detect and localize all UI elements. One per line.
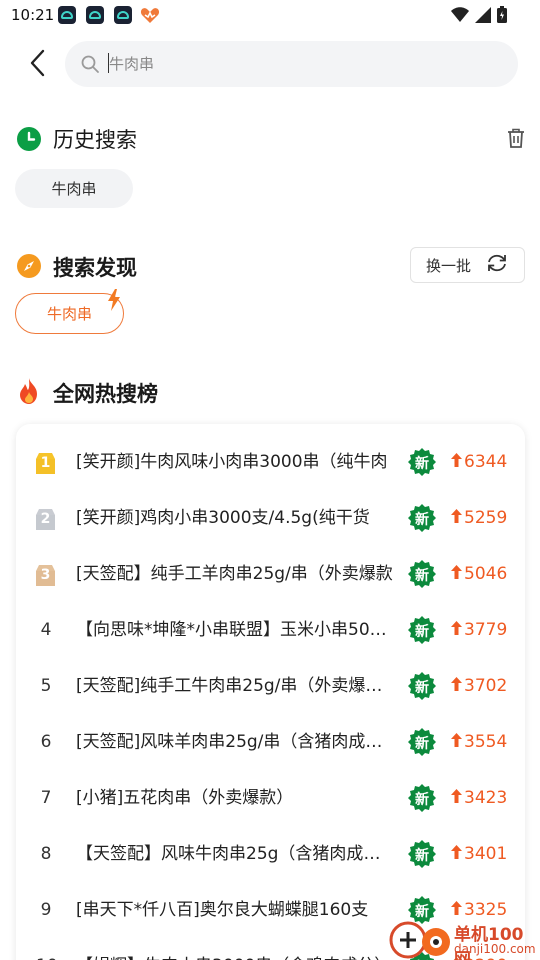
up-arrow-icon xyxy=(451,901,462,915)
new-badge-icon: 新 xyxy=(407,559,437,589)
hot-list-row[interactable]: 8 【天签配】风味牛肉串25g（含猪肉成分） 新 3401 xyxy=(16,826,540,882)
heat-value: 3779 xyxy=(451,602,507,658)
app-notification-icon xyxy=(114,6,132,24)
hot-list-row[interactable]: 4 【向思味*坤隆*小串联盟】玉米小串500串 新 3779 xyxy=(16,602,540,658)
hot-item-title: [笑开颜]牛肉风味小肉串3000串（纯牛肉 xyxy=(76,452,388,472)
watermark-url: danji100.com xyxy=(454,942,536,956)
new-badge-icon: 新 xyxy=(407,447,437,477)
fire-icon xyxy=(17,378,41,408)
up-arrow-icon xyxy=(451,845,462,859)
status-bar: 10:21 xyxy=(0,0,540,32)
battery-icon xyxy=(497,6,507,27)
rank-number: 6 xyxy=(40,732,52,752)
up-arrow-icon xyxy=(451,565,462,579)
new-badge-icon: 新 xyxy=(407,671,437,701)
new-badge-label: 新 xyxy=(415,456,429,472)
heart-notification-icon xyxy=(140,7,160,28)
hot-list-row[interactable]: 2 [笑开颜]鸡肉小串3000支/4.5g(纯干货 新 5259 xyxy=(16,490,540,546)
new-badge-label: 新 xyxy=(415,512,429,528)
clock-icon xyxy=(17,127,41,155)
hot-item-title: [天签配]纯手工牛肉串25g/串（外卖爆款） xyxy=(76,676,394,696)
hot-list-row[interactable]: 5 [天签配]纯手工牛肉串25g/串（外卖爆款） 新 3702 xyxy=(16,658,540,714)
new-badge-label: 新 xyxy=(415,680,429,696)
rank-number: 8 xyxy=(40,844,52,864)
rank-number: 4 xyxy=(40,620,52,640)
new-badge-label: 新 xyxy=(415,736,429,752)
history-title: 历史搜索 xyxy=(53,128,137,152)
rank-number: 5 xyxy=(40,676,52,696)
hot-list-row[interactable]: 6 [天签配]风味羊肉串25g/串（含猪肉成分） 新 3554 xyxy=(16,714,540,770)
refresh-label: 换一批 xyxy=(426,256,472,275)
new-badge-label: 新 xyxy=(415,624,429,640)
back-button[interactable] xyxy=(22,46,52,80)
status-time: 10:21 xyxy=(11,6,55,24)
app-notification-icon xyxy=(86,6,104,24)
search-input[interactable] xyxy=(109,49,489,79)
rank-number: 3 xyxy=(40,567,51,583)
heat-value: 6344 xyxy=(451,434,507,490)
search-icon xyxy=(80,54,100,78)
hot-item-title: [串天下*仟八百]奥尔良大蝴蝶腿160支 xyxy=(76,900,369,920)
rank-medal-icon: 3 xyxy=(33,563,58,588)
hot-item-title: 【天签配】风味牛肉串25g（含猪肉成分） xyxy=(76,844,394,864)
up-arrow-icon xyxy=(451,677,462,691)
lightning-icon xyxy=(106,289,122,315)
trash-icon[interactable] xyxy=(505,127,527,153)
heat-value: 3702 xyxy=(451,658,507,714)
wifi-icon xyxy=(451,7,469,26)
rank-number: 1 xyxy=(40,455,51,471)
up-arrow-icon xyxy=(451,453,462,467)
refresh-icon xyxy=(485,253,509,277)
refresh-button[interactable]: 换一批 xyxy=(410,247,525,283)
hot-list-row[interactable]: 7 [小猪]五花肉串（外卖爆款） 新 3423 xyxy=(16,770,540,826)
new-badge-icon: 新 xyxy=(407,727,437,757)
hot-item-title: [小猪]五花肉串（外卖爆款） xyxy=(76,788,294,808)
heat-value: 5259 xyxy=(451,490,507,546)
hot-list-title: 全网热搜榜 xyxy=(53,382,158,406)
discover-title: 搜索发现 xyxy=(53,256,137,280)
hot-item-title: [天签配]风味羊肉串25g/串（含猪肉成分） xyxy=(76,732,394,752)
hot-item-title: [天签配】纯手工羊肉串25g/串（外卖爆款 xyxy=(76,564,393,584)
new-badge-icon: 新 xyxy=(407,503,437,533)
watermark: 单机100网 danji100.com xyxy=(388,918,540,960)
rank-medal-icon: 1 xyxy=(33,451,58,476)
app-notification-icon xyxy=(58,6,76,24)
new-badge-label: 新 xyxy=(415,568,429,584)
heat-value: 3554 xyxy=(451,714,507,770)
heat-value: 3401 xyxy=(451,826,507,882)
status-icons xyxy=(451,6,507,27)
new-badge-label: 新 xyxy=(415,848,429,864)
watermark-logo xyxy=(389,921,450,959)
hot-item-title: [笑开颜]鸡肉小串3000支/4.5g(纯干货 xyxy=(76,508,370,528)
rank-number: 2 xyxy=(40,511,51,527)
rank-medal-icon: 2 xyxy=(33,507,58,532)
new-badge-icon: 新 xyxy=(407,615,437,645)
search-box[interactable] xyxy=(65,41,518,87)
search-page: 10:21 历史搜索 xyxy=(0,0,540,960)
up-arrow-icon xyxy=(451,789,462,803)
hot-item-title: 【娟辉】牛肉小串3000串（含鸡肉成分） xyxy=(76,938,394,960)
up-arrow-icon xyxy=(451,733,462,747)
up-arrow-icon xyxy=(451,621,462,635)
chevron-left-icon xyxy=(30,49,45,77)
hot-list-row[interactable]: 1 [笑开颜]牛肉风味小肉串3000串（纯牛肉 新 6344 xyxy=(16,434,540,490)
rank-number: 10 xyxy=(36,938,58,960)
new-badge-icon: 新 xyxy=(407,783,437,813)
signal-icon xyxy=(475,6,491,27)
hot-item-title: 【向思味*坤隆*小串联盟】玉米小串500串 xyxy=(76,620,394,640)
heat-value: 5046 xyxy=(451,546,507,602)
compass-icon xyxy=(17,254,41,282)
new-badge-icon: 新 xyxy=(407,839,437,869)
new-badge-label: 新 xyxy=(415,792,429,808)
up-arrow-icon xyxy=(451,509,462,523)
rank-number: 7 xyxy=(40,788,52,808)
rank-number: 9 xyxy=(40,900,52,920)
history-chip[interactable]: 牛肉串 xyxy=(15,169,133,208)
hot-list-row[interactable]: 3 [天签配】纯手工羊肉串25g/串（外卖爆款 新 5046 xyxy=(16,546,540,602)
heat-value: 3423 xyxy=(451,770,507,826)
